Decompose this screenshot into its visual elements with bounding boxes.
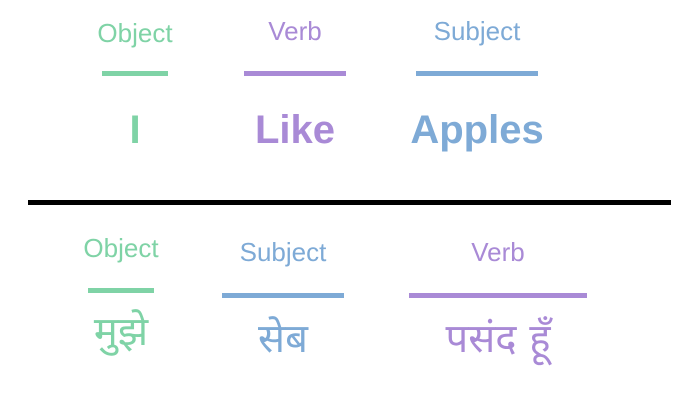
- english-object-underline: [102, 71, 168, 76]
- hindi-object-word: मुझे: [93, 309, 149, 355]
- english-verb-word: Like: [254, 108, 336, 152]
- english-verb-underline: [244, 71, 346, 76]
- hindi-subject-label: Subject: [239, 237, 327, 267]
- hindi-verb-word: पसंद हूँ: [445, 316, 551, 362]
- english-object-label: Object: [97, 18, 173, 48]
- hindi-verb-block: Verb पसंद हूँ: [409, 237, 587, 364]
- english-verb-label: Verb: [268, 16, 322, 46]
- english-subject-underline: [416, 71, 538, 76]
- english-subject-word: Apples: [410, 108, 544, 152]
- english-object-word: I: [129, 108, 141, 152]
- english-subject-block: Subject Apples: [410, 16, 544, 153]
- hindi-verb-underline: [409, 293, 587, 298]
- hindi-subject-word: सेब: [258, 316, 308, 362]
- english-verb-block: Verb Like: [243, 16, 347, 153]
- hindi-object-label: Object: [83, 233, 159, 263]
- hindi-object-block: Object मुझे: [78, 233, 164, 357]
- hindi-verb-label: Verb: [471, 237, 525, 267]
- english-subject-label: Subject: [433, 16, 521, 46]
- hindi-object-underline: [88, 288, 154, 293]
- hindi-subject-underline: [222, 293, 344, 298]
- divider-line: [28, 200, 671, 205]
- english-object-block: Object I: [95, 18, 175, 153]
- hindi-subject-block: Subject सेब: [222, 237, 344, 364]
